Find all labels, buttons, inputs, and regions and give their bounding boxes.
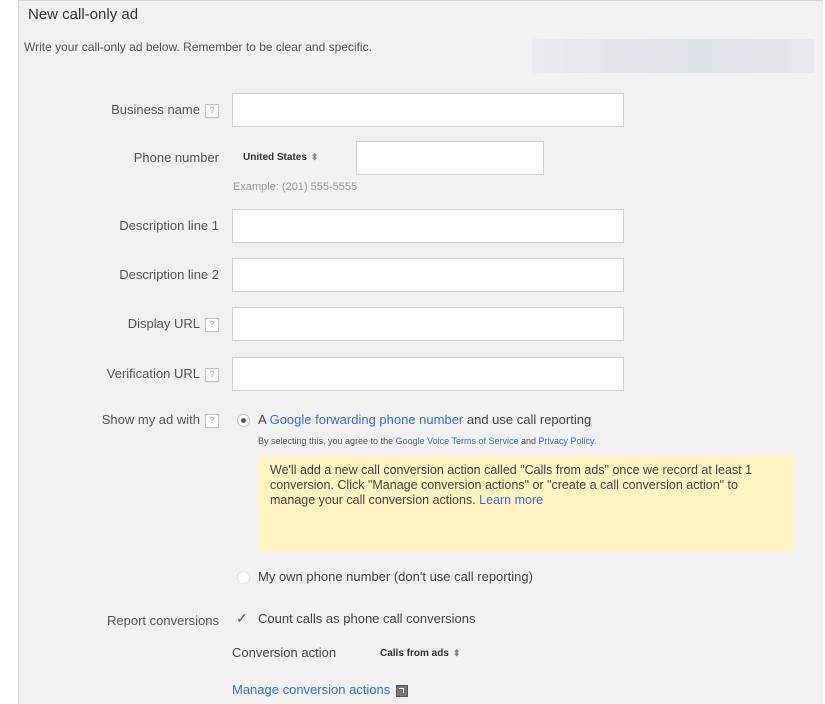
learn-more-link[interactable]: Learn more (479, 493, 543, 507)
help-icon[interactable]: ? (205, 413, 219, 428)
radio-selected-dot (241, 418, 246, 423)
manage-conversion-actions-link[interactable]: Manage conversion actions (232, 682, 390, 697)
forwarding-number-option: A Google forwarding phone number and use… (258, 412, 592, 427)
display-url-label: Display URL? (128, 316, 219, 332)
page-subtitle: Write your call-only ad below. Remember … (24, 40, 372, 54)
business-name-input[interactable] (232, 93, 624, 127)
privacy-policy-link[interactable]: Privacy Policy (539, 436, 594, 446)
count-calls-checkbox[interactable]: ✓ (236, 610, 248, 627)
description-line-2-label: Description line 2 (119, 267, 219, 282)
verification-url-label: Verification URL? (107, 366, 219, 382)
select-arrow-icon: ⬍ (452, 648, 461, 658)
help-icon[interactable]: ? (205, 317, 219, 332)
business-name-label: Business name? (111, 102, 219, 118)
conversion-action-label: Conversion action (232, 645, 337, 660)
phone-number-label: Phone number (133, 150, 219, 165)
country-select[interactable]: United States ⬍ (243, 152, 318, 163)
verification-url-input[interactable] (232, 357, 624, 391)
description-line-1-label: Description line 1 (119, 218, 219, 233)
voice-terms-link[interactable]: Google Voice Terms of Service (396, 436, 519, 446)
agreement-text: By selecting this, you agree to the Goog… (258, 436, 597, 446)
google-forwarding-number-link[interactable]: Google forwarding phone number (270, 412, 464, 427)
help-icon[interactable]: ? (205, 103, 219, 118)
manage-conversion-actions: Manage conversion actions (232, 682, 409, 697)
blurred-region (532, 39, 814, 73)
description-line-2-input[interactable] (232, 258, 624, 292)
phone-number-input[interactable] (356, 141, 544, 175)
conversion-notice: We'll add a new call conversion action c… (258, 455, 793, 551)
own-number-option: My own phone number (don't use call repo… (258, 569, 533, 584)
display-url-input[interactable] (232, 307, 624, 341)
show-ad-with-label: Show my ad with? (102, 412, 219, 428)
conversion-action-select[interactable]: Calls from ads ⬍ (380, 648, 460, 659)
page-title: New call-only ad (28, 6, 139, 23)
phone-example-hint: Example: (201) 555-5555 (233, 181, 358, 193)
external-link-icon (396, 684, 409, 697)
own-number-radio[interactable] (237, 571, 250, 584)
description-line-1-input[interactable] (232, 209, 624, 243)
select-arrow-icon: ⬍ (310, 152, 319, 162)
forwarding-number-radio[interactable] (237, 414, 250, 427)
report-conversions-label: Report conversions (107, 613, 219, 628)
count-calls-label: Count calls as phone call conversions (258, 611, 476, 626)
help-icon[interactable]: ? (205, 367, 219, 382)
